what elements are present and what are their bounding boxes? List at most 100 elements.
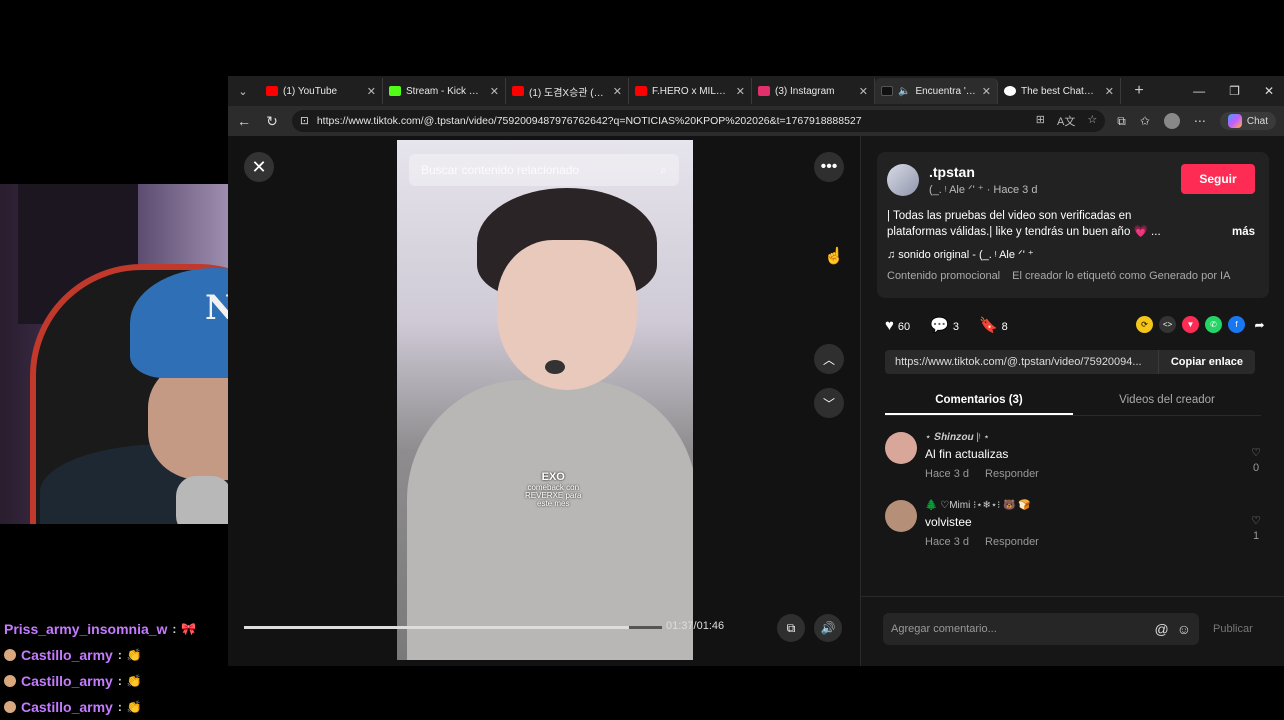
comment-composer: Agregar comentario... @ ☺ Publicar	[861, 596, 1284, 666]
translate-icon[interactable]: A文	[1057, 113, 1075, 129]
tab-chatbot[interactable]: The best ChatBot a ✕	[998, 78, 1121, 104]
youtube-icon	[635, 86, 647, 96]
share-link-text[interactable]: https://www.tiktok.com/@.tpstan/video/75…	[885, 356, 1158, 368]
post-button[interactable]: Publicar	[1213, 623, 1253, 635]
ai-label-tag[interactable]: El creador lo etiquetó como Generado por…	[1012, 270, 1230, 282]
comment-like-button[interactable]: ♡ 1	[1251, 514, 1261, 544]
commenter-name[interactable]: ⋆ 𝑺𝒉𝒊𝒏𝒛𝒐𝒖 |ᵎ ⋆	[925, 432, 990, 443]
instagram-icon	[758, 86, 770, 96]
heart-outline-icon: ♡	[1251, 447, 1261, 459]
promo-tag[interactable]: Contenido promocional	[887, 270, 1000, 282]
video-caption: EXO comeback con REVERXE para este mes	[525, 471, 582, 509]
url-text[interactable]: https://www.tiktok.com/@.tpstan/video/75…	[317, 115, 862, 127]
whatsapp-icon[interactable]: ✆	[1205, 316, 1222, 333]
comment-item: ⋆ 𝑺𝒉𝒊𝒏𝒛𝒐𝒖 |ᵎ ⋆ Al fin actualizas Hace 3 …	[885, 432, 1261, 488]
youtube-icon	[512, 86, 524, 96]
tab-bar: ⌄ (1) YouTube✕ Stream - Kick Dashb✕ (1) …	[228, 76, 1284, 106]
music-link[interactable]: ♫ sonido original - (_. ᵎ Ale ᐟ' ⁺	[887, 248, 1034, 261]
copilot-icon	[1227, 114, 1242, 128]
comment-text: Al fin actualizas	[925, 447, 1009, 461]
comment-like-button[interactable]: ♡ 0	[1251, 446, 1261, 476]
tab-tiktok[interactable]: 🔈 Encuentra 'NO ✕	[875, 78, 998, 104]
tab-youtube-3[interactable]: F.HERO x MILLI Ft. ✕	[629, 78, 752, 104]
close-tab-icon[interactable]: ✕	[490, 85, 499, 98]
emoji-icon[interactable]: ☺	[1177, 621, 1191, 637]
heart-outline-icon: ♡	[1251, 515, 1261, 527]
repost-icon[interactable]: ⟳	[1136, 316, 1153, 333]
favorite-star-icon[interactable]: ☆	[1087, 113, 1097, 129]
extensions-icon[interactable]: ⧉	[1117, 114, 1126, 129]
volume-icon[interactable]: 🔊	[814, 614, 842, 642]
reload-icon[interactable]: ↻	[264, 113, 280, 130]
creator-name[interactable]: .tpstan	[929, 164, 975, 180]
progress-fill	[244, 626, 629, 629]
follow-button[interactable]: Seguir	[1181, 164, 1255, 194]
commenter-avatar[interactable]	[885, 432, 917, 464]
user-badge-icon	[4, 649, 16, 661]
close-tab-icon[interactable]: ✕	[1105, 85, 1114, 98]
embed-icon[interactable]: <>	[1159, 316, 1176, 333]
comment-button[interactable]: 💬 3	[930, 316, 959, 334]
chat-message: Castillo_army: 👏	[0, 642, 228, 668]
video-figure-face	[497, 240, 637, 390]
microphone	[176, 476, 232, 524]
close-tab-icon[interactable]: ✕	[736, 85, 745, 98]
more-menu-icon[interactable]: ⋯	[1194, 114, 1206, 128]
tab-instagram[interactable]: (3) Instagram ✕	[752, 78, 875, 104]
tab-kick[interactable]: Stream - Kick Dashb✕	[383, 78, 506, 104]
facebook-icon[interactable]: f	[1228, 316, 1245, 333]
tab-youtube[interactable]: (1) YouTube ✕	[260, 78, 383, 104]
tab-list-dropdown-icon[interactable]: ⌄	[232, 80, 254, 102]
share-arrow-icon[interactable]: ➦	[1251, 316, 1268, 333]
site-info-icon[interactable]: ⊡	[300, 115, 309, 127]
video-player[interactable]: Buscar contenido relacionado ⌕ EXO comeb…	[397, 140, 693, 660]
video-progress-bar[interactable]	[244, 626, 662, 629]
close-tab-icon[interactable]: ✕	[859, 85, 868, 98]
chatbot-icon	[1004, 86, 1016, 96]
previous-video-button[interactable]: ︿	[814, 344, 844, 374]
comment-time: Hace 3 d	[925, 536, 970, 548]
description-box: .tpstan (_. ᵎ Ale ᐟ' ⁺ · Hace 3 d Seguir…	[877, 152, 1269, 298]
youtube-icon	[266, 86, 278, 96]
close-tab-icon[interactable]: ✕	[982, 85, 991, 98]
address-bar[interactable]: ⊡ https://www.tiktok.com/@.tpstan/video/…	[292, 110, 1106, 132]
back-icon[interactable]: ←	[236, 113, 252, 129]
floating-player-icon[interactable]: ⧉	[777, 614, 805, 642]
creator-avatar[interactable]	[887, 164, 919, 196]
video-description: | Todas las pruebas del video son verifi…	[887, 210, 1161, 238]
side-panel: .tpstan (_. ᵎ Ale ᐟ' ⁺ · Hace 3 d Seguir…	[860, 136, 1284, 666]
save-button[interactable]: 🔖 8	[979, 316, 1008, 334]
favorites-icon[interactable]: ✩	[1140, 114, 1150, 128]
minimize-icon[interactable]: —	[1193, 84, 1205, 98]
close-tab-icon[interactable]: ✕	[367, 85, 376, 98]
copy-link-button[interactable]: Copiar enlace	[1157, 350, 1255, 374]
share-link-row: https://www.tiktok.com/@.tpstan/video/75…	[885, 350, 1255, 374]
tab-creator-videos[interactable]: Videos del creador	[1073, 386, 1261, 415]
user-badge-icon	[4, 701, 16, 713]
search-icon[interactable]: ⌕	[660, 163, 667, 178]
new-tab-icon[interactable]: +	[1127, 82, 1151, 100]
close-tab-icon[interactable]: ✕	[613, 85, 622, 98]
restore-icon[interactable]: ❐	[1229, 84, 1240, 98]
mention-icon[interactable]: @	[1154, 621, 1168, 637]
tab-comments[interactable]: Comentarios (3)	[885, 386, 1073, 415]
commenter-avatar[interactable]	[885, 500, 917, 532]
related-search-bar[interactable]: Buscar contenido relacionado ⌕	[409, 154, 679, 186]
close-video-button[interactable]: ✕	[244, 152, 274, 182]
reply-button[interactable]: Responder	[985, 536, 1039, 548]
send-icon[interactable]: ▼	[1182, 316, 1199, 333]
next-video-button[interactable]: ﹀	[814, 388, 844, 418]
like-button[interactable]: ♥ 60	[885, 317, 910, 334]
commenter-name[interactable]: 🌲 ♡Mimi ⁝⋆❄⋆⁝ 🐻 🍞	[925, 500, 1031, 511]
more-link[interactable]: más	[1232, 226, 1255, 238]
comment-input[interactable]: Agregar comentario... @ ☺	[883, 613, 1199, 645]
close-window-icon[interactable]: ✕	[1264, 84, 1274, 98]
more-options-button[interactable]: •••	[814, 152, 844, 182]
profile-avatar[interactable]	[1163, 113, 1180, 129]
chat-message: Castillo_army: 👏	[0, 694, 228, 720]
browser-window: ⌄ (1) YouTube✕ Stream - Kick Dashb✕ (1) …	[228, 76, 1284, 666]
tab-youtube-2[interactable]: (1) 도겸X승관 (SEV ✕	[506, 78, 629, 104]
chat-button[interactable]: Chat	[1219, 112, 1276, 130]
app-available-icon[interactable]: ⊞	[1036, 113, 1045, 129]
reply-button[interactable]: Responder	[985, 468, 1039, 480]
